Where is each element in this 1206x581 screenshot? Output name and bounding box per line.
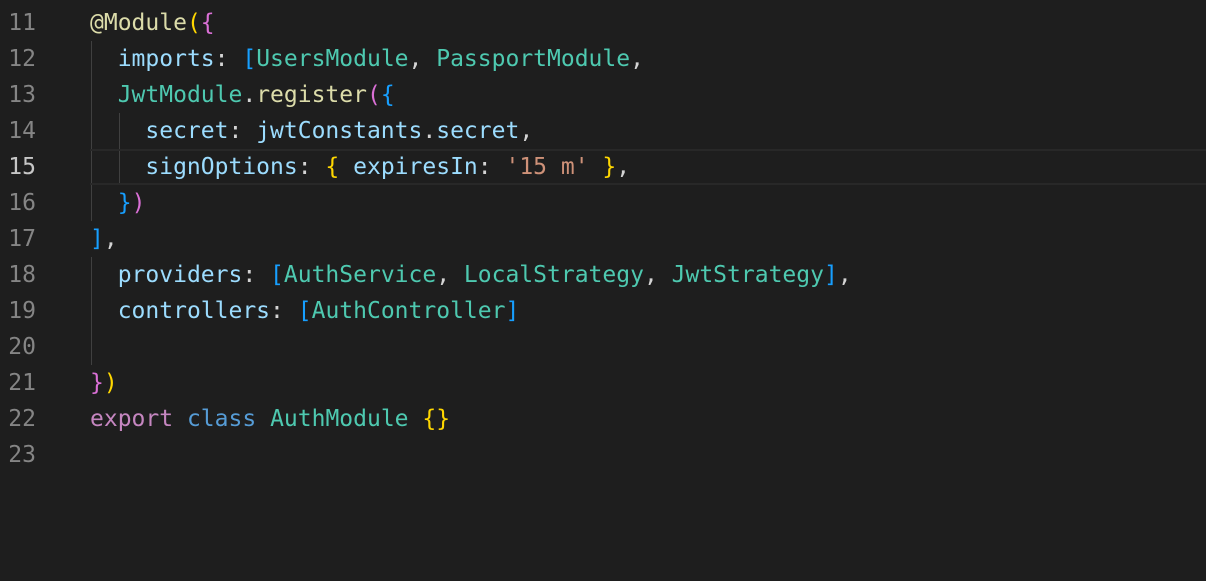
comma-token: ,: [643, 262, 672, 288]
dot-token: .: [242, 82, 257, 108]
identifier-token: AuthService: [283, 262, 437, 288]
comma-token: ,: [408, 46, 437, 72]
brace-token: }: [602, 154, 617, 180]
code-text[interactable]: imports: [UsersModule, PassportModule,: [90, 41, 644, 77]
identifier-token: LocalStrategy: [463, 262, 644, 288]
code-text[interactable]: }): [90, 185, 146, 221]
property-token: providers: [117, 262, 243, 288]
code-line[interactable]: 18 providers: [AuthService, LocalStrateg…: [0, 257, 1206, 293]
colon-token: :: [297, 154, 326, 180]
brace-token: {: [325, 154, 340, 180]
brace-token: {: [380, 82, 395, 108]
paren-token: ): [103, 370, 118, 396]
line-number: 21: [8, 370, 36, 396]
indent-guide: [91, 329, 92, 365]
colon-token: :: [228, 118, 257, 144]
identifier-token: AuthController: [311, 298, 506, 324]
code-line[interactable]: 19 controllers: [AuthController]: [0, 293, 1206, 329]
code-line[interactable]: 20: [0, 329, 1206, 365]
code-text[interactable]: providers: [AuthService, LocalStrategy, …: [90, 257, 852, 293]
dot-token: .: [422, 118, 437, 144]
bracket-token: [: [297, 298, 312, 324]
line-number: 16: [8, 190, 36, 216]
line-number: 14: [8, 118, 36, 144]
colon-token: :: [214, 46, 243, 72]
code-editor[interactable]: 11 @Module({ 12 imports: [UsersModule, P…: [0, 5, 1206, 473]
identifier-token: PassportModule: [436, 46, 631, 72]
colon-token: :: [270, 298, 298, 324]
method-token: register: [256, 82, 367, 108]
line-number: 19: [8, 298, 36, 324]
property-token: secret: [145, 118, 229, 144]
line-number: 22: [8, 406, 36, 432]
comma-token: ,: [837, 262, 852, 288]
string-token: '15 m': [505, 154, 589, 180]
code-text[interactable]: secret: jwtConstants.secret,: [90, 113, 533, 149]
paren-token: (: [186, 10, 201, 36]
code-line[interactable]: 12 imports: [UsersModule, PassportModule…: [0, 41, 1206, 77]
identifier-token: JwtModule: [117, 82, 243, 108]
code-line[interactable]: 13 JwtModule.register({: [0, 77, 1206, 113]
code-text[interactable]: @Module({: [90, 5, 215, 41]
comma-token: ,: [436, 262, 464, 288]
line-number: 11: [8, 10, 36, 36]
code-text[interactable]: }): [90, 365, 118, 401]
bracket-token: ]: [505, 298, 520, 324]
code-line[interactable]: 14 secret: jwtConstants.secret,: [0, 113, 1206, 149]
code-line[interactable]: 22 export class AuthModule {}: [0, 401, 1206, 437]
code-text[interactable]: export class AuthModule {}: [90, 401, 450, 437]
line-number: 13: [8, 82, 36, 108]
bracket-token: ]: [823, 262, 838, 288]
line-number: 23: [8, 442, 36, 468]
code-text[interactable]: ],: [90, 221, 118, 257]
line-number: 17: [8, 226, 36, 252]
colon-token: :: [477, 154, 506, 180]
comma-token: ,: [103, 226, 118, 252]
code-line[interactable]: 17 ],: [0, 221, 1206, 257]
code-line[interactable]: 11 @Module({: [0, 5, 1206, 41]
code-text[interactable]: controllers: [AuthController]: [90, 293, 520, 329]
property-token: expiresIn: [353, 154, 478, 180]
keyword-token: export: [90, 406, 174, 432]
class-name-token: AuthModule: [270, 406, 409, 432]
code-line[interactable]: 23: [0, 437, 1206, 473]
brace-token: }: [90, 370, 104, 396]
line-number: 15: [8, 154, 36, 180]
identifier-token: jwtConstants: [256, 118, 423, 144]
line-number: 18: [8, 262, 36, 288]
code-text[interactable]: signOptions: { expiresIn: '15 m' },: [90, 149, 630, 185]
comma-token: ,: [630, 46, 644, 72]
brace-token: }: [117, 190, 132, 216]
code-line[interactable]: 16 }): [0, 185, 1206, 221]
code-line[interactable]: 21 }): [0, 365, 1206, 401]
property-token: controllers: [117, 298, 271, 324]
paren-token: (: [366, 82, 381, 108]
line-number: 12: [8, 46, 36, 72]
brace-token: {}: [422, 406, 451, 432]
bracket-token: ]: [90, 226, 104, 252]
identifier-token: UsersModule: [256, 46, 409, 72]
line-number: 20: [8, 334, 36, 360]
property-token: signOptions: [145, 154, 298, 180]
paren-token: ): [131, 190, 146, 216]
identifier-token: JwtStrategy: [671, 262, 824, 288]
keyword-token: class: [186, 406, 257, 432]
colon-token: :: [242, 262, 271, 288]
comma-token: ,: [616, 154, 631, 180]
comma-token: ,: [519, 118, 534, 144]
code-line-current[interactable]: 15 signOptions: { expiresIn: '15 m' },: [0, 149, 1206, 185]
bracket-token: [: [242, 46, 257, 72]
property-token: imports: [117, 46, 215, 72]
brace-token: {: [200, 10, 215, 36]
decorator-token: @Module: [90, 10, 187, 36]
bracket-token: [: [270, 262, 284, 288]
property-token: secret: [436, 118, 520, 144]
code-text[interactable]: JwtModule.register({: [90, 77, 395, 113]
